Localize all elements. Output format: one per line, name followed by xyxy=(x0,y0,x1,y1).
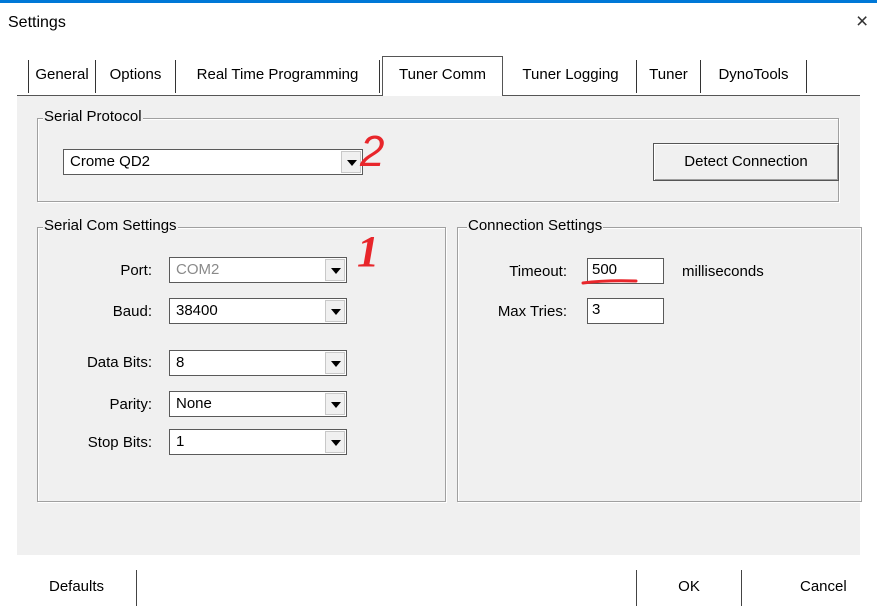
parity-select[interactable]: None xyxy=(169,391,347,417)
annotation-mark-2: 2 xyxy=(360,127,385,176)
max-tries-label: Max Tries: xyxy=(497,303,567,320)
port-label: Port: xyxy=(120,262,152,279)
baud-value: 38400 xyxy=(176,302,218,319)
stop-bits-select[interactable]: 1 xyxy=(169,429,347,455)
max-tries-field[interactable]: 3 xyxy=(587,298,664,324)
chevron-down-icon[interactable] xyxy=(325,431,345,453)
tab-tuner-logging[interactable]: Tuner Logging xyxy=(505,60,637,93)
tab-dynotools[interactable]: DynoTools xyxy=(701,60,807,93)
annotation-underline xyxy=(581,279,638,285)
data-bits-value: 8 xyxy=(176,354,185,371)
baud-select[interactable]: 38400 xyxy=(169,298,347,324)
window-top-border xyxy=(0,0,877,3)
cancel-button[interactable]: Cancel xyxy=(790,570,877,606)
chevron-down-icon[interactable] xyxy=(325,259,345,281)
connection-settings-legend: Connection Settings xyxy=(467,217,604,234)
window-title: Settings xyxy=(8,14,66,31)
chevron-down-icon[interactable] xyxy=(325,393,345,415)
serial-com-legend: Serial Com Settings xyxy=(43,217,178,234)
stop-bits-label: Stop Bits: xyxy=(87,434,152,451)
tab-tuner[interactable]: Tuner xyxy=(637,60,701,93)
port-value: COM2 xyxy=(176,261,220,278)
annotation-mark-1: 1 xyxy=(357,227,379,276)
close-icon[interactable]: × xyxy=(856,10,868,34)
detect-connection-button[interactable]: Detect Connection xyxy=(653,143,839,181)
timeout-label: Timeout: xyxy=(509,263,567,280)
chevron-down-icon[interactable] xyxy=(341,151,361,173)
tab-general[interactable]: General xyxy=(28,60,96,93)
data-bits-label: Data Bits: xyxy=(86,354,152,371)
serial-protocol-select[interactable]: Crome QD2 xyxy=(63,149,363,175)
serial-protocol-legend: Serial Protocol xyxy=(43,108,143,125)
tab-real-time-programming[interactable]: Real Time Programming xyxy=(176,60,380,93)
port-select[interactable]: COM2 xyxy=(169,257,347,283)
parity-label: Parity: xyxy=(109,396,152,413)
data-bits-select[interactable]: 8 xyxy=(169,350,347,376)
chevron-down-icon[interactable] xyxy=(325,300,345,322)
parity-value: None xyxy=(176,395,212,412)
timeout-unit: milliseconds xyxy=(682,263,764,280)
tab-panel: Serial Protocol Crome QD2 Detect Connect… xyxy=(17,95,862,556)
ok-button[interactable]: OK xyxy=(636,570,742,606)
baud-label: Baud: xyxy=(112,303,152,320)
tab-options[interactable]: Options xyxy=(96,60,176,93)
defaults-button[interactable]: Defaults xyxy=(17,570,137,606)
tab-tuner-comm[interactable]: Tuner Comm xyxy=(382,56,503,96)
chevron-down-icon[interactable] xyxy=(325,352,345,374)
stop-bits-value: 1 xyxy=(176,433,185,450)
serial-protocol-value: Crome QD2 xyxy=(70,153,151,170)
